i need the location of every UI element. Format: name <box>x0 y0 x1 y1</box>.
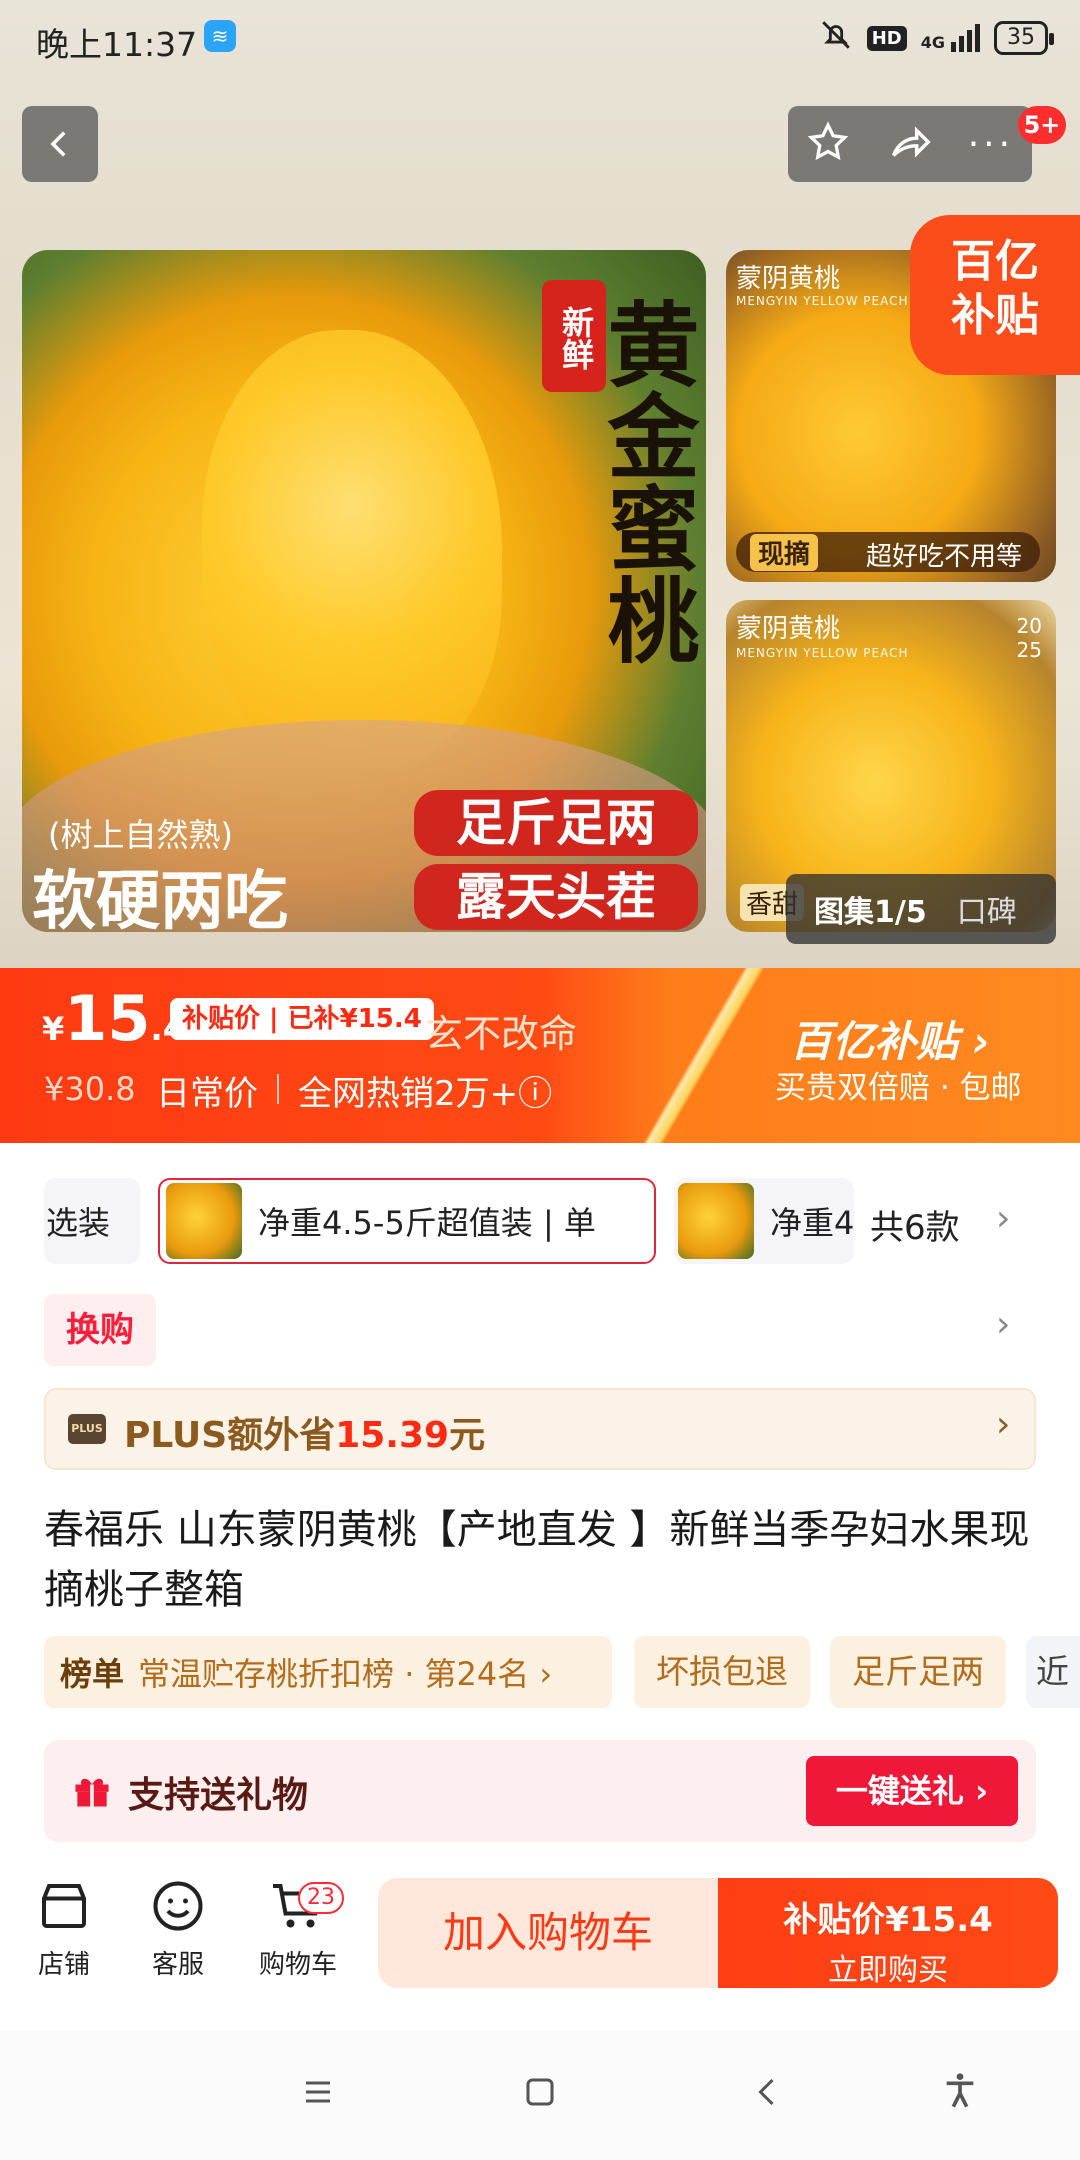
image-tagline-big: 软硬两吃 <box>32 864 288 932</box>
option-chip-selected[interactable]: 净重4.5-5斤超值装 | 单 <box>158 1178 656 1264</box>
thumb-caption: 超好吃不用等 <box>866 542 1023 572</box>
fresh-seal: 新鲜 <box>542 280 606 392</box>
current-price: ¥15.4 <box>42 982 185 1055</box>
image-tag-harvest: 露天头茬 <box>414 864 698 930</box>
app-notification-icon: ≋ <box>204 20 236 52</box>
menu-icon[interactable] <box>300 2074 336 2114</box>
home-icon[interactable] <box>522 2074 558 2114</box>
top-action-group: ··· <box>788 106 1032 182</box>
cart-count-badge: 23 <box>298 1882 344 1914</box>
price-banner-divider <box>640 968 770 1143</box>
cart-label: 购物车 <box>258 1950 337 1980</box>
status-indicators: HD 4G 35 <box>819 18 1054 58</box>
image-tag-weight: 足斤足两 <box>414 790 698 856</box>
subsidy-price-tag: 补贴价 | 已补¥15.4 <box>170 998 434 1040</box>
option-thumbnail <box>678 1183 754 1259</box>
share-icon[interactable] <box>886 119 932 169</box>
gallery-counter-text: 图集1/5 <box>814 895 927 930</box>
option-count[interactable]: 共6款 <box>870 1200 960 1249</box>
brand-guarantee: 买贵双倍赔 · 包邮 <box>775 1070 1022 1106</box>
original-price: ¥30.8 <box>44 1070 136 1108</box>
exchange-badge[interactable]: 换购 <box>44 1294 156 1366</box>
plus-text-suffix: 元 <box>449 1415 486 1456</box>
chevron-right-icon: › <box>996 1404 1011 1445</box>
store-icon <box>34 1876 94 1936</box>
signal-icon: 4G <box>921 24 980 52</box>
chevron-left-icon <box>50 131 66 157</box>
favorite-star-icon[interactable] <box>806 120 850 168</box>
peach-illustration <box>202 330 502 770</box>
daily-price-label: 日常价 <box>156 1074 258 1114</box>
thumb-subtitle: MENGYIN YELLOW PEACH <box>736 646 909 660</box>
status-time: 晚上11:37 <box>36 25 198 64</box>
thumb-title: 蒙阴黄桃 <box>736 264 841 294</box>
price-tagline: 玄不改命 <box>425 1012 578 1056</box>
gift-icon <box>70 1768 114 1816</box>
gift-row[interactable]: 支持送礼物 一键送礼 › <box>44 1740 1036 1842</box>
price-divider <box>277 1074 279 1104</box>
service-tag[interactable]: 足斤足两 <box>830 1636 1006 1708</box>
battery-indicator: 35 <box>994 21 1054 55</box>
plus-savings-row[interactable]: PLUS PLUS额外省15.39元 › <box>44 1388 1036 1470</box>
rank-label: 榜单 <box>60 1655 125 1693</box>
system-back-icon[interactable] <box>750 2074 786 2114</box>
buy-now-label: 立即购买 <box>828 1953 948 1988</box>
thumb-caption-bar: 现摘 超好吃不用等 <box>736 532 1040 572</box>
main-product-image[interactable]: 黄金蜜桃 新鲜 (树上自然熟) 软硬两吃 足斤足两 露天头茬 <box>22 250 706 932</box>
plus-savings-text: PLUS额外省15.39元 <box>124 1406 485 1458</box>
plus-amount: 15.39 <box>335 1415 450 1456</box>
plus-text-prefix: PLUS额外省 <box>124 1415 336 1456</box>
network-type: 4G <box>920 33 945 52</box>
service-nav[interactable]: 客服 <box>128 1876 228 1981</box>
thumb-title: 蒙阴黄桃 <box>736 614 841 644</box>
option-label: 净重4.5-5斤超值装 | 单 <box>258 1204 596 1242</box>
accessibility-icon[interactable] <box>940 2070 980 2114</box>
service-tag[interactable]: 近 <box>1026 1636 1080 1708</box>
mute-bell-icon <box>819 18 853 58</box>
hot-sales-text[interactable]: 全网热销2万+ⓘ <box>298 1066 552 1115</box>
thumb-year: 20 25 <box>1016 614 1042 662</box>
gift-label: 支持送礼物 <box>128 1775 309 1816</box>
rank-chip[interactable]: 榜单 常温贮存桃折扣榜 · 第24名 › <box>44 1636 612 1708</box>
brand-subsidy-link[interactable]: 百亿补贴 › <box>790 1008 990 1069</box>
option-chip[interactable]: 净重4 <box>674 1178 854 1264</box>
service-label: 客服 <box>151 1950 204 1980</box>
store-nav[interactable]: 店铺 <box>14 1876 114 1981</box>
gallery-counter-right: 口碑 <box>956 895 1017 930</box>
hd-icon: HD <box>866 25 907 51</box>
chevron-right-icon[interactable]: › <box>996 1304 1010 1345</box>
send-gift-button[interactable]: 一键送礼 › <box>806 1756 1018 1826</box>
thumb-subtitle: MENGYIN YELLOW PEACH <box>736 294 909 308</box>
chevron-right-icon[interactable]: › <box>996 1198 1010 1239</box>
plus-icon: PLUS <box>68 1414 106 1444</box>
gallery-counter[interactable]: 图集1/5 口碑 <box>786 874 1056 944</box>
subsidy-corner-badge: 百亿 补贴 <box>910 215 1080 375</box>
option-thumbnail <box>166 1183 242 1259</box>
buy-price-label: 补贴价¥15.4 <box>783 1900 993 1940</box>
thumb-badge: 现摘 <box>750 534 819 571</box>
service-tag[interactable]: 坏损包退 <box>634 1636 810 1708</box>
customer-service-icon <box>148 1876 208 1936</box>
buy-now-button[interactable]: 补贴价¥15.4 立即购买 <box>718 1878 1058 1988</box>
option-label: 选装 <box>46 1204 111 1242</box>
price-integer: 15 <box>64 982 151 1055</box>
option-label: 净重4 <box>770 1204 854 1242</box>
message-badge: 5+ <box>1018 106 1066 144</box>
rank-text: 常温贮存桃折扣榜 · 第24名 › <box>138 1655 553 1693</box>
product-title: 春福乐 山东蒙阴黄桃【产地直发 】新鲜当季孕妇水果现摘桃子整箱 <box>44 1507 1030 1613</box>
add-to-cart-button[interactable]: 加入购物车 <box>378 1878 718 1988</box>
back-button[interactable] <box>22 106 98 182</box>
currency-symbol: ¥ <box>42 1010 65 1048</box>
option-chip-partial[interactable]: 选装 <box>44 1178 140 1264</box>
store-label: 店铺 <box>37 1950 90 1980</box>
more-icon[interactable]: ··· <box>968 124 1014 165</box>
